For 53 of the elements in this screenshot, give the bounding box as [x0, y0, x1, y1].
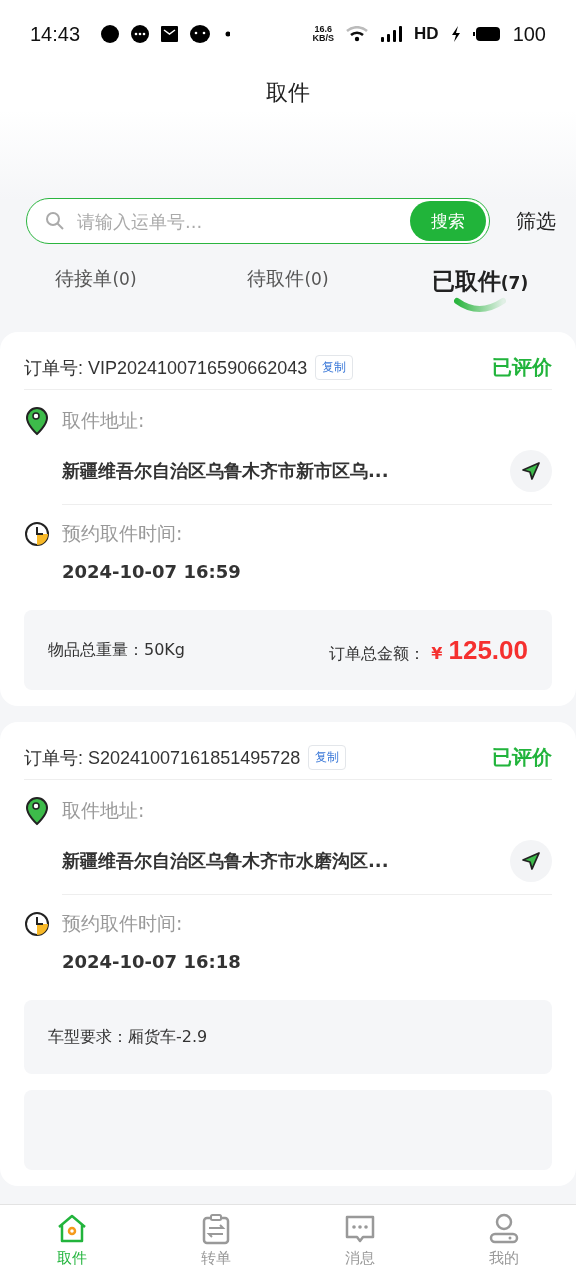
nav-tab[interactable]: 我的 — [432, 1205, 576, 1280]
navigate-button[interactable] — [510, 840, 552, 882]
copy-button[interactable]: 复制 — [315, 355, 354, 380]
network-speed-unit: KB/S — [312, 34, 335, 43]
total-weight: 物品总重量：50Kg — [48, 639, 185, 661]
time-label: 预约取件时间: — [62, 911, 183, 936]
pickup-time: 2024-10-07 16:18 — [62, 951, 241, 972]
battery-level: 100 — [512, 22, 546, 46]
location-pin-icon — [24, 406, 50, 436]
send-arrow-icon — [521, 461, 541, 481]
tab-indicator — [454, 297, 506, 313]
currency-sign: ¥ — [431, 643, 443, 663]
order-status: 已评价 — [492, 354, 552, 381]
hd-indicator: HD — [414, 24, 439, 44]
status-time: 14:43 — [30, 22, 81, 46]
pickup-time: 2024-10-07 16:59 — [62, 561, 241, 582]
pickup-address: 新疆维吾尔自治区乌鲁木齐市新市区乌... — [62, 459, 389, 483]
search-field[interactable]: 请输入运单号... 搜索 — [26, 198, 490, 244]
address-label: 取件地址: — [62, 798, 145, 823]
chat-bubble-icon — [344, 1213, 376, 1245]
status-tab[interactable]: 待取件(0) — [192, 266, 384, 318]
status-tab[interactable]: 待接单(0) — [0, 266, 192, 318]
nav-tab[interactable]: 消息 — [288, 1205, 432, 1280]
clock-icon — [24, 911, 50, 937]
location-pin-icon — [24, 796, 50, 826]
pickup-address: 新疆维吾尔自治区乌鲁木齐市水磨沟区... — [62, 849, 389, 873]
search-icon — [45, 211, 65, 231]
order-number: 订单号: S20241007161851495728 — [24, 746, 301, 770]
order-number: 订单号: VIP2024100716590662043 — [24, 356, 308, 380]
battery-icon — [472, 26, 501, 42]
home-icon — [56, 1213, 88, 1245]
page-title: 取件 — [266, 80, 310, 105]
send-arrow-icon — [521, 851, 541, 871]
filter-link[interactable]: 筛选 — [516, 207, 556, 235]
charging-bolt-icon — [450, 26, 461, 42]
status-tab[interactable]: 已取件(7) — [384, 266, 576, 318]
nav-tab[interactable]: 取件 — [0, 1205, 144, 1280]
order-status: 已评价 — [492, 744, 552, 771]
clock-icon — [24, 521, 50, 547]
clipboard-swap-icon — [200, 1213, 232, 1245]
search-button[interactable]: 搜索 — [410, 201, 486, 241]
navigate-button[interactable] — [510, 450, 552, 492]
vehicle-requirement: 车型要求：厢货车-2.9 — [48, 1026, 208, 1048]
amount-label: 订单总金额： — [329, 643, 426, 665]
nav-tab[interactable]: 转单 — [144, 1205, 288, 1280]
network-speed-value: 16.6 — [314, 25, 333, 34]
wifi-icon — [346, 26, 369, 42]
copy-button[interactable]: 复制 — [308, 745, 347, 770]
signal-icon — [380, 25, 403, 43]
time-label: 预约取件时间: — [62, 521, 183, 546]
address-label: 取件地址: — [62, 408, 145, 433]
person-icon — [488, 1213, 520, 1245]
order-amount: 125.00 — [448, 634, 528, 666]
